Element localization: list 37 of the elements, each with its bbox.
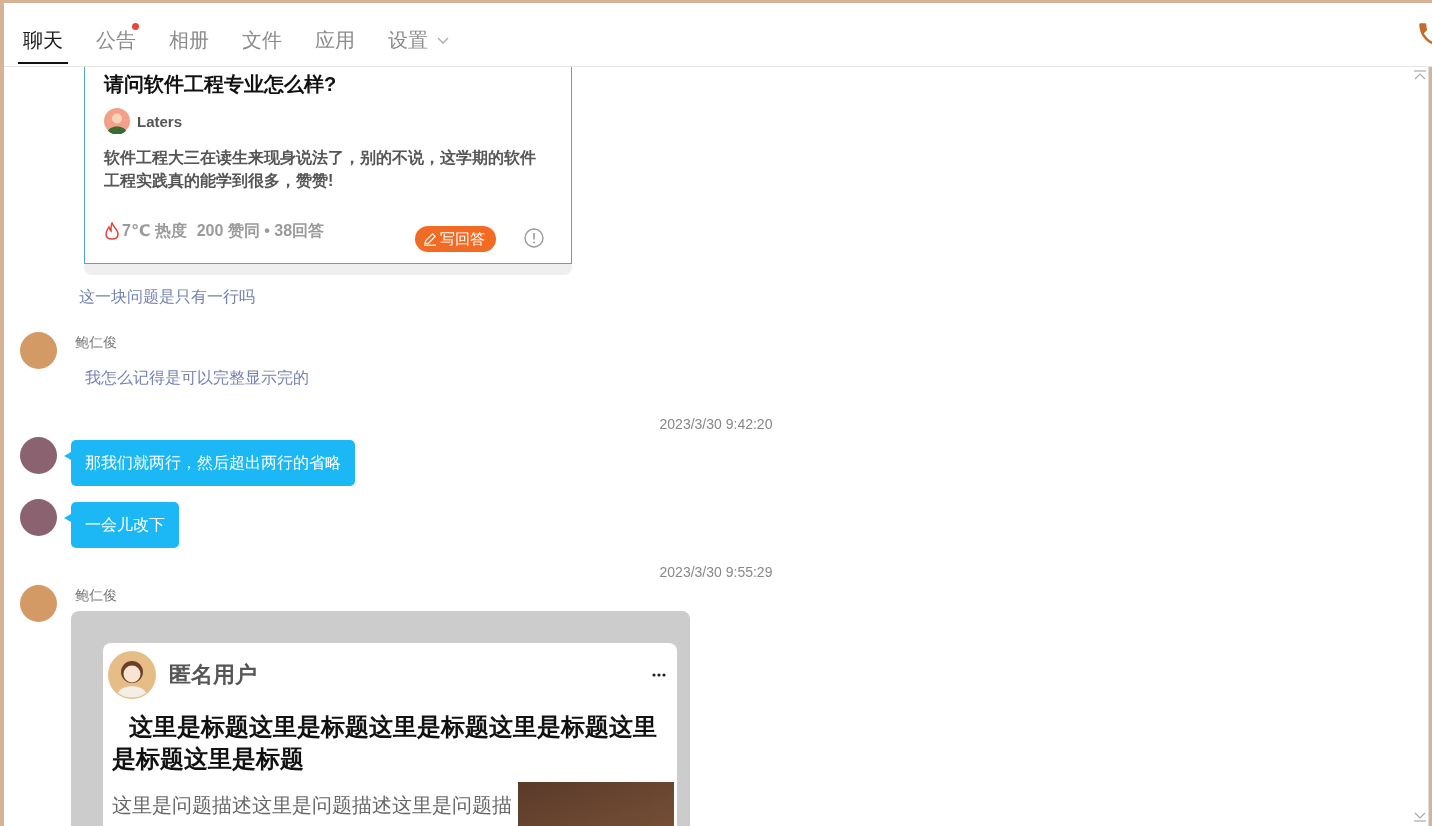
post-card[interactable]: 匿名用户 这里是标题这里是标题这里是标题这里是标题这里是标题这里是标题 这里是问题描述这里是问题描述这里是问题描 [103,643,677,826]
avatar [20,332,57,369]
tab[interactable]: 公告 [91,3,141,64]
post-description: 这里是问题描述这里是问题描述这里是问题描 [112,793,512,818]
question-card[interactable]: 请问软件工程专业怎么样? Laters 软件工程大三在读生来现身说法了，别的不说，这学期的软件工程实践真的能学到很多，赞赞! 7℃ 热度 200 赞同 • 38回答 写回答 [84,67,572,264]
avatar [104,108,130,134]
tab[interactable]: 文件 [237,3,287,64]
avatar [108,651,156,699]
avatar [20,499,57,536]
scroll-bottom-icon[interactable] [1414,812,1426,822]
answer-excerpt: 软件工程大三在读生来现身说法了，别的不说，这学期的软件工程实践真的能学到很多，赞赞! [104,148,537,191]
message-text: 这一块问题是只有一行吗 [79,287,255,307]
pencil-icon [423,232,437,246]
avatar [20,585,57,622]
tab[interactable]: 设置 [383,3,454,64]
scroll-top-icon[interactable] [1414,70,1426,80]
heat-label: 7℃ 热度 [122,221,187,241]
tab[interactable]: 相册 [164,3,214,64]
user-name: 匿名用户 [169,661,257,689]
message-text: 我怎么记得是可以完整显示完的 [84,368,310,388]
timestamp: 2023/3/30 9:42:20 [659,416,773,432]
tab[interactable]: 应用 [310,3,360,64]
question-title: 请问软件工程专业怎么样? [104,72,338,97]
message-bubble: 那我们就两行，然后超出两行的省略 [64,440,355,486]
flame-icon [105,222,119,240]
stats-label: 200 赞同 • 38回答 [196,221,325,241]
tab[interactable]: 聊天 [18,3,68,64]
write-answer-button[interactable]: 写回答 [415,226,496,252]
more-icon[interactable] [652,673,666,677]
post-title: 这里是标题这里是标题这里是标题这里是标题这里是标题这里是标题 [111,712,658,774]
alert-icon[interactable] [524,228,544,248]
sender-name: 鲍仁俊 [74,586,117,605]
author-name: Laters [137,112,183,130]
avatar [20,437,57,474]
sender-name: 鲍仁俊 [74,333,117,352]
message-bubble: 一会儿改下 [64,502,179,548]
timestamp: 2023/3/30 9:55:29 [659,564,773,580]
